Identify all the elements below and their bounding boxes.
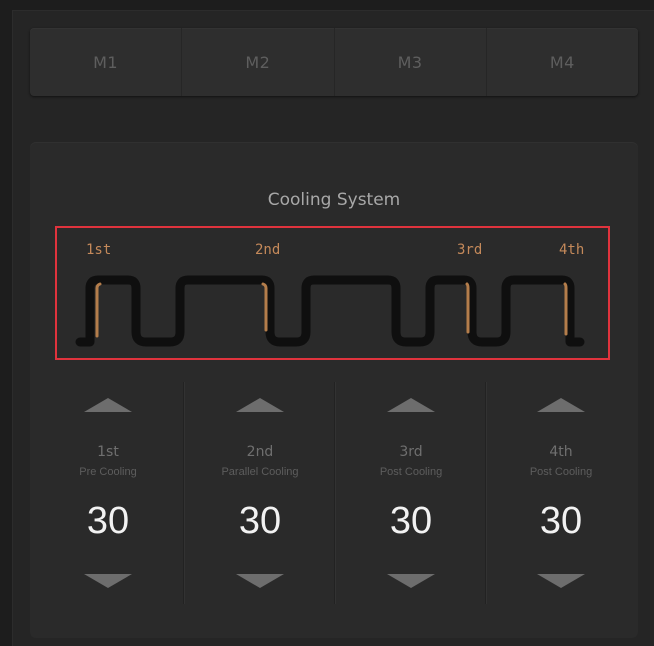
- triangle-down-icon[interactable]: [236, 574, 284, 588]
- panel-title: Cooling System: [267, 190, 401, 210]
- stage-3-type: Post Cooling: [379, 466, 443, 478]
- stage-4-value: 30: [539, 500, 583, 542]
- stage-2-value: 30: [238, 500, 282, 542]
- stage-2-type: Parallel Cooling: [221, 466, 299, 478]
- stage-4-label: 4th: [549, 444, 573, 460]
- column-divider: [485, 382, 486, 604]
- mode-tab-m3[interactable]: M3: [335, 28, 487, 96]
- triangle-down-icon[interactable]: [84, 574, 132, 588]
- stage-3-value: 30: [389, 500, 433, 542]
- triangle-up-icon[interactable]: [387, 398, 435, 412]
- mode-tab-m4[interactable]: M4: [487, 28, 638, 96]
- column-divider: [183, 382, 184, 604]
- triangle-down-icon[interactable]: [387, 574, 435, 588]
- mode-tab-m2[interactable]: M2: [182, 28, 335, 96]
- mode-selector: M1 M2 M3 M4: [30, 28, 638, 96]
- stage-4-type: Post Cooling: [529, 466, 593, 478]
- stage-3-label: 3rd: [399, 444, 423, 460]
- triangle-up-icon[interactable]: [537, 398, 585, 412]
- triangle-down-icon[interactable]: [537, 574, 585, 588]
- stage-1-value: 30: [86, 500, 130, 542]
- diagram-highlight-box: [55, 226, 610, 360]
- column-divider: [334, 382, 335, 604]
- mode-tab-m1[interactable]: M1: [30, 28, 183, 96]
- stage-2-label: 2nd: [246, 444, 274, 460]
- stage-1-label: 1st: [97, 444, 119, 460]
- triangle-up-icon[interactable]: [84, 398, 132, 412]
- triangle-up-icon[interactable]: [236, 398, 284, 412]
- stage-1-type: Pre Cooling: [79, 466, 137, 478]
